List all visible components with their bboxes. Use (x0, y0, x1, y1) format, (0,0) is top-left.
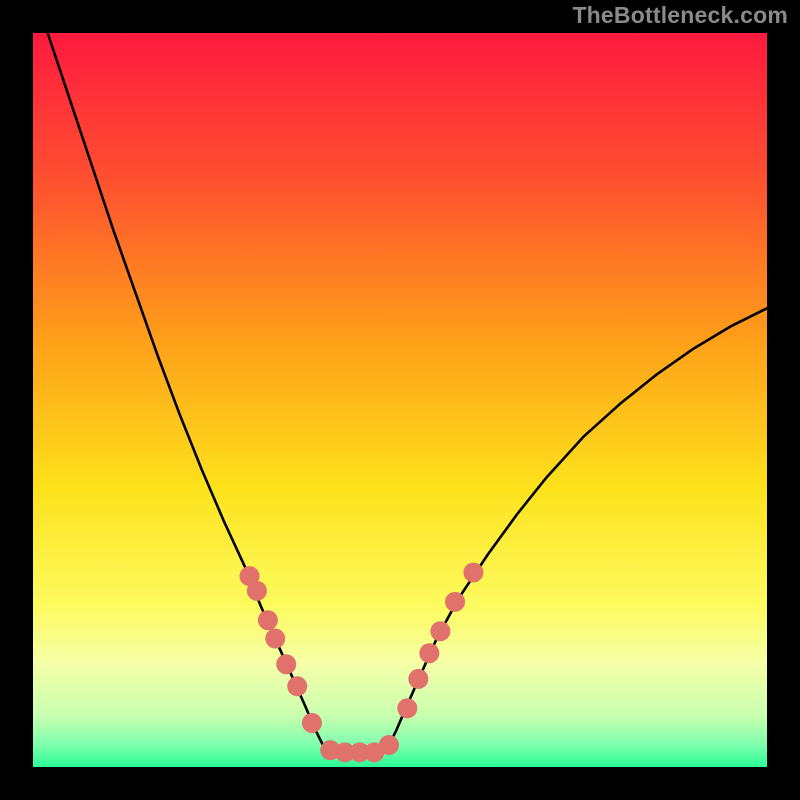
highlight-dot (430, 621, 450, 641)
highlight-dot (287, 676, 307, 696)
gradient-background (33, 33, 767, 767)
highlight-dot (445, 592, 465, 612)
highlight-dot (247, 581, 267, 601)
highlight-dot (302, 713, 322, 733)
watermark-label: TheBottleneck.com (572, 2, 788, 29)
plot-area (33, 33, 767, 767)
chart-frame: TheBottleneck.com (0, 0, 800, 800)
chart-svg (33, 33, 767, 767)
highlight-dot (258, 610, 278, 630)
highlight-dot (419, 643, 439, 663)
highlight-dot (397, 698, 417, 718)
highlight-dot (265, 629, 285, 649)
highlight-dot (379, 735, 399, 755)
highlight-dot (276, 654, 296, 674)
highlight-dot (463, 562, 483, 582)
highlight-dot (408, 669, 428, 689)
